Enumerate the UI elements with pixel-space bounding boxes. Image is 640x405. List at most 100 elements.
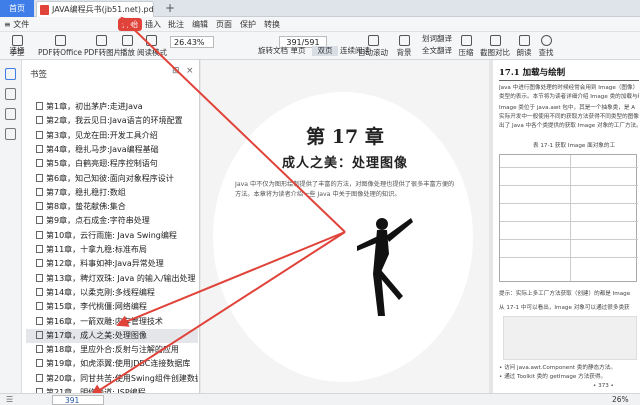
background-icon	[398, 35, 410, 46]
bookmark-icon	[36, 116, 43, 125]
menu-protect[interactable]: 保护	[240, 17, 256, 32]
bookmark-item[interactable]: 第3章，见龙在田:开发工具介绍	[26, 129, 198, 143]
bookmark-label: 第19章，如虎添翼:使用JDBC连接数据库	[46, 359, 191, 369]
select-tool-button[interactable]: 选择	[4, 46, 30, 56]
chapter-title: 成人之美：处理图像	[281, 156, 408, 171]
bookmark-icon	[36, 302, 43, 311]
read-mode-button[interactable]: 阅读模式	[137, 34, 167, 58]
table-rule	[500, 239, 638, 240]
bookmark-item[interactable]: 第2章，我云见日:Java语言的环境配置	[26, 114, 198, 128]
auto-scroll-button[interactable]: 自动滚动	[356, 34, 390, 58]
bookmark-label: 第3章，见龙在田:开发工具介绍	[46, 130, 158, 140]
search-button[interactable]: 查找	[536, 34, 556, 58]
chapter-number: 第 17 章	[306, 126, 384, 148]
background-button[interactable]: 背景	[392, 34, 416, 58]
bookmark-item[interactable]: 第18章，里应外合:反射与注解的应用	[26, 343, 198, 357]
bookmark-item[interactable]: 第1章，初出茅庐:走进Java	[26, 100, 198, 114]
screenshot-compare-label: 截图对比	[480, 48, 510, 57]
page-left: 第 17 章 成人之美：处理图像 Java 中不仅为图形绘制提供了丰富的方法，对…	[201, 60, 489, 393]
rotate-button[interactable]: 旋转文档	[258, 46, 288, 56]
tab-document[interactable]: JAVA编程兵书(jb51.net).pdf ×	[36, 1, 154, 17]
section-paragraph-4: 实际开发中一般使用不同的获取方法获得不同类型的图像。	[499, 114, 639, 120]
bookmark-item[interactable]: 第17章，成人之美:处理图像	[26, 328, 198, 343]
play-button[interactable]: 播放	[120, 34, 135, 58]
bookmark-item[interactable]: 第5章，白鹤亮翅:程序控制语句	[26, 157, 198, 171]
bookmark-label: 第15章，李代桃僵:网络编程	[46, 302, 147, 312]
thumbnail-panel-icon[interactable]	[5, 88, 16, 100]
bookmark-label: 第5章，白鹤亮翅:程序控制语句	[46, 159, 158, 169]
expand-icon[interactable]: ⊞	[172, 66, 180, 76]
pdf-to-image-label: PDF转图片	[84, 48, 122, 57]
document-viewer[interactable]: 第 17 章 成人之美：处理图像 Java 中不仅为图形绘制提供了丰富的方法，对…	[201, 60, 640, 393]
toggle-panel-icon[interactable]: ☰	[6, 395, 13, 404]
bookmark-item[interactable]: 第20章，同甘共苦:使用Swing组件创建数据库应用程序	[26, 372, 198, 386]
bookmark-item[interactable]: 第15章，李代桃僵:网络编程	[26, 300, 198, 314]
single-page-button[interactable]: 单页	[286, 46, 310, 56]
bookmark-icon	[36, 159, 43, 168]
screenshot-compare-button[interactable]: 截图对比	[478, 34, 512, 58]
table-rule	[500, 185, 638, 186]
zoom-input[interactable]: 26.43%	[170, 36, 214, 48]
tab-home[interactable]: 首页	[0, 0, 34, 17]
bookmark-icon	[36, 287, 43, 296]
compress-button[interactable]: 压缩	[456, 34, 476, 58]
menu-annotate[interactable]: 批注	[168, 17, 184, 32]
bookmark-label: 第9章，点石成金:字符串处理	[46, 216, 150, 226]
bookmark-item[interactable]: 第16章，一箭双雕:内存管理技术	[26, 315, 198, 329]
bookmark-item[interactable]: 第8章，蛰花献佛:集合	[26, 200, 198, 214]
bookmark-icon	[36, 102, 43, 110]
section-paragraph-2: 类型的表示。本节将为读者详细介绍 Image 类的加载与绘制。	[499, 94, 639, 100]
bullet-1: • 访问 java.awt.Component 类的静态方法。	[499, 365, 616, 371]
menu-convert[interactable]: 转换	[264, 17, 280, 32]
status-page-input[interactable]: 391	[52, 395, 104, 405]
menu-page[interactable]: 页面	[216, 17, 232, 32]
pdf-to-image-button[interactable]: PDF转图片	[84, 34, 122, 58]
double-page-button[interactable]: 双页	[312, 46, 338, 56]
bookmark-icon	[36, 130, 43, 139]
bookmark-item[interactable]: 第13章，稗灯双珠: Java 的输入/输出处理	[26, 272, 198, 286]
translate-select-button[interactable]: 划词翻译	[420, 34, 454, 45]
bookmark-item[interactable]: 第9章，点石成金:字符串处理	[26, 214, 198, 228]
translate-full-button[interactable]: 全文翻译	[420, 46, 454, 56]
bookmark-item[interactable]: 第7章，稳扎稳打:数组	[26, 186, 198, 200]
bookmark-icon	[36, 230, 43, 239]
read-mode-label: 阅读模式	[137, 48, 167, 57]
new-tab-button[interactable]: +	[165, 0, 175, 16]
tab-bar: 首页 JAVA编程兵书(jb51.net).pdf × +	[0, 0, 640, 17]
bookmark-icon	[36, 316, 43, 325]
bookmark-item[interactable]: 第12章，料事如神:Java异常处理	[26, 257, 198, 271]
attachment-panel-icon[interactable]	[5, 128, 16, 140]
bookmark-label: 第14章，以柔克刚:多线程编程	[46, 287, 155, 297]
bookmark-label: 第11章，十拿九稳:标准布局	[46, 245, 147, 254]
bookmark-icon	[36, 245, 43, 253]
bookmark-item[interactable]: 第10章，云行雨施: Java Swing编程	[26, 229, 198, 243]
bookmark-list: 第1章，初出茅庐:走进Java 第2章，我云见日:Java语言的环境配置第3章，见…	[26, 100, 200, 397]
bookmark-item[interactable]: 第14章，以柔克刚:多线程编程	[26, 286, 198, 300]
status-zoom[interactable]: 26%	[612, 395, 629, 404]
bookmark-icon	[36, 359, 43, 368]
bookmark-item[interactable]: 第19章，如虎添翼:使用JDBC连接数据库	[26, 357, 198, 371]
menu-insert[interactable]: 插入	[145, 17, 161, 32]
bookmark-panel: 书签 ⊞ × 第1章，初出茅庐:走进Java 第2章，我云见日:Java语言的环境…	[22, 60, 218, 397]
single-page-label: 单页	[290, 46, 306, 55]
compress-label: 压缩	[458, 48, 474, 57]
bookmark-item[interactable]: 第11章，十拿九稳:标准布局	[26, 243, 198, 257]
menu-start[interactable]: 开始	[118, 18, 142, 31]
auto-scroll-icon	[367, 35, 379, 46]
bookmark-label: 第4章，稳扎马步:Java编程基础	[46, 144, 159, 154]
select-label: 选择	[9, 46, 25, 55]
hand-icon	[11, 35, 23, 46]
pdf-to-office-label: PDF转Office	[38, 48, 83, 57]
close-panel-icon[interactable]: ×	[186, 66, 194, 76]
annotation-panel-icon[interactable]	[5, 108, 16, 120]
bookmark-panel-icon[interactable]	[5, 68, 16, 80]
menu-edit[interactable]: 编辑	[192, 17, 208, 32]
bookmark-label: 第16章，一箭双雕:内存管理技术	[46, 316, 163, 326]
read-aloud-button[interactable]: 朗读	[514, 34, 534, 58]
menu-file[interactable]: ≡ 文件	[4, 17, 29, 32]
bookmark-item[interactable]: 第4章，稳扎马步:Java编程基础	[26, 143, 198, 157]
bookmark-item[interactable]: 第6章，知己知彼:面向对象程序设计	[26, 172, 198, 186]
chapter-intro: Java 中不仅为图形绘制提供了丰富的方法，对图像处理也提供了很多丰富方便的方法…	[235, 181, 455, 198]
pdf-to-office-button[interactable]: PDF转Office	[38, 34, 82, 58]
bookmark-icon	[36, 216, 43, 225]
